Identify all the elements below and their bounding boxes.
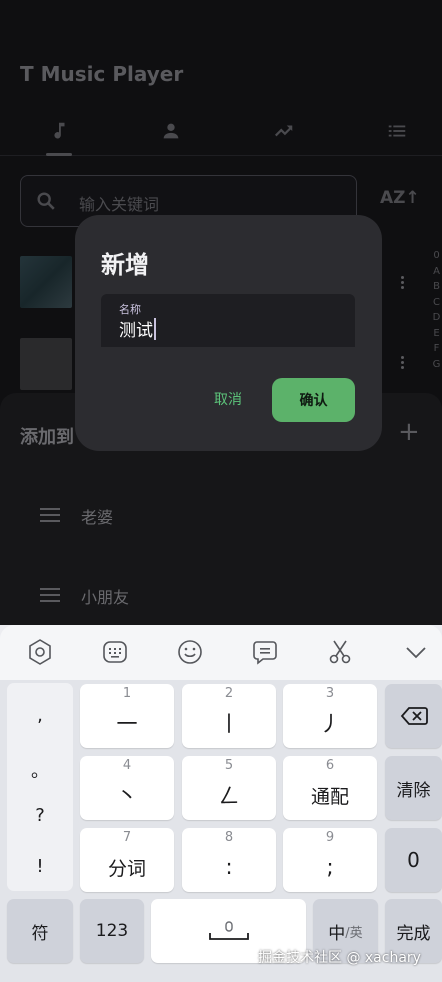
key-label: 分词: [107, 857, 146, 880]
tab-artists[interactable]: [116, 108, 226, 154]
trending-icon: [274, 125, 293, 137]
index-letter[interactable]: F: [431, 341, 442, 357]
segment-key[interactable]: 7 分词: [80, 828, 174, 892]
punct-key[interactable]: !: [7, 856, 73, 877]
stroke-key-3[interactable]: 3丿: [283, 684, 377, 748]
playlist-label: 老婆: [81, 508, 114, 527]
sheet-title: 添加到: [20, 427, 74, 448]
index-letter[interactable]: E: [431, 326, 442, 342]
playlist-item[interactable]: 小朋友: [0, 568, 442, 628]
key-label: 0: [407, 848, 420, 872]
playlist-label: 小朋友: [81, 588, 130, 607]
punctuation-column[interactable]: , 。 ? !: [7, 683, 73, 891]
cancel-button[interactable]: 取消: [199, 378, 257, 420]
key-number: 7: [122, 830, 132, 845]
key-number: 9: [325, 830, 335, 845]
name-field-value-wrap: 测试: [119, 316, 156, 341]
keyboard-icon[interactable]: [101, 638, 129, 666]
emoji-icon[interactable]: [176, 638, 204, 666]
name-field-value: 测试: [119, 321, 153, 341]
key-number: 8: [224, 830, 234, 845]
key-number: 6: [325, 758, 335, 773]
key-number: 3: [325, 686, 335, 701]
key-label: 完成: [396, 923, 431, 944]
stroke-key-5[interactable]: 5ㄥ: [182, 756, 276, 820]
dialog-title: 新增: [101, 251, 149, 279]
key-label: 一: [116, 712, 138, 736]
key-number: 4: [122, 758, 132, 773]
chevron-down-icon[interactable]: [402, 638, 430, 666]
add-playlist-button[interactable]: +: [398, 419, 420, 445]
music-note-icon: [54, 122, 65, 139]
tab-playlists[interactable]: [342, 108, 442, 154]
index-letter[interactable]: C: [431, 295, 442, 311]
symbol-key[interactable]: 符: [7, 899, 73, 963]
tab-indicator: [46, 153, 72, 156]
app-title: T Music Player: [20, 62, 184, 86]
key-label: 丿: [319, 712, 341, 736]
key-label: ㄥ: [218, 784, 240, 808]
clipboard-icon[interactable]: [251, 638, 279, 666]
key-label: 丶: [116, 784, 138, 808]
index-letter[interactable]: 0: [431, 248, 442, 264]
menu-icon: [40, 508, 60, 524]
sort-button[interactable]: AZ↑: [380, 188, 420, 208]
punct-key[interactable]: ?: [7, 805, 73, 826]
key-number: 1: [122, 686, 132, 701]
index-letter[interactable]: B: [431, 279, 442, 295]
space-mic-icon: [208, 921, 249, 940]
settings-hexagon-icon[interactable]: [26, 638, 54, 666]
person-icon: [163, 123, 179, 139]
zero-key[interactable]: 0: [385, 828, 442, 892]
alphabet-index[interactable]: 0 A B C D E F G: [431, 248, 442, 372]
punct-key[interactable]: 。: [7, 757, 73, 783]
key-number: 2: [224, 686, 234, 701]
key-label: 丨: [218, 712, 240, 736]
search-placeholder: 输入关键词: [79, 195, 160, 214]
name-field-label: 名称: [119, 303, 141, 316]
name-input[interactable]: 名称 测试: [101, 294, 355, 347]
backspace-icon: [400, 707, 428, 725]
backspace-key[interactable]: [385, 684, 442, 748]
screen: T Music Player 输入关键词 AZ↑ 0 A B C D E F G…: [0, 0, 442, 982]
index-letter[interactable]: A: [431, 264, 442, 280]
more-options-icon[interactable]: [397, 274, 407, 298]
stroke-key-4[interactable]: 4丶: [80, 756, 174, 820]
song-cover: [20, 256, 72, 308]
list-icon: [388, 125, 406, 137]
key-label: ;: [326, 855, 334, 879]
punct-key[interactable]: ,: [7, 705, 73, 726]
key-label: 通配: [310, 785, 349, 808]
key-number: 5: [224, 758, 234, 773]
clear-key[interactable]: 清除: [385, 756, 442, 820]
confirm-button[interactable]: 确认: [272, 378, 355, 422]
key-label: 123: [95, 921, 129, 941]
menu-icon: [40, 588, 60, 604]
key-label-alt: /英: [345, 925, 363, 941]
colon-key[interactable]: 8:: [182, 828, 276, 892]
tab-songs[interactable]: [4, 108, 114, 154]
keyboard-toolbar: [0, 625, 442, 680]
stroke-key-1[interactable]: 1一: [80, 684, 174, 748]
song-cover: [20, 338, 72, 390]
key-label: 中: [328, 923, 346, 944]
index-letter[interactable]: G: [431, 357, 442, 373]
new-playlist-dialog: 新增 名称 测试 取消 确认: [75, 215, 382, 451]
key-label: 清除: [396, 780, 431, 801]
wildcard-key[interactable]: 6 通配: [283, 756, 377, 820]
index-letter[interactable]: D: [431, 310, 442, 326]
numbers-key[interactable]: 123: [80, 899, 144, 963]
tab-bar: [0, 108, 442, 156]
key-label: :: [225, 855, 233, 879]
semicolon-key[interactable]: 9;: [283, 828, 377, 892]
tab-trending[interactable]: [229, 108, 339, 154]
key-label: 符: [31, 923, 49, 944]
watermark: 掘金技术社区 @ xachary: [258, 950, 421, 966]
text-caret: [154, 317, 156, 340]
search-icon: [37, 192, 55, 210]
more-options-icon[interactable]: [397, 354, 407, 378]
stroke-key-2[interactable]: 2丨: [182, 684, 276, 748]
playlist-item[interactable]: 老婆: [0, 488, 442, 548]
scissors-icon[interactable]: [326, 638, 354, 666]
